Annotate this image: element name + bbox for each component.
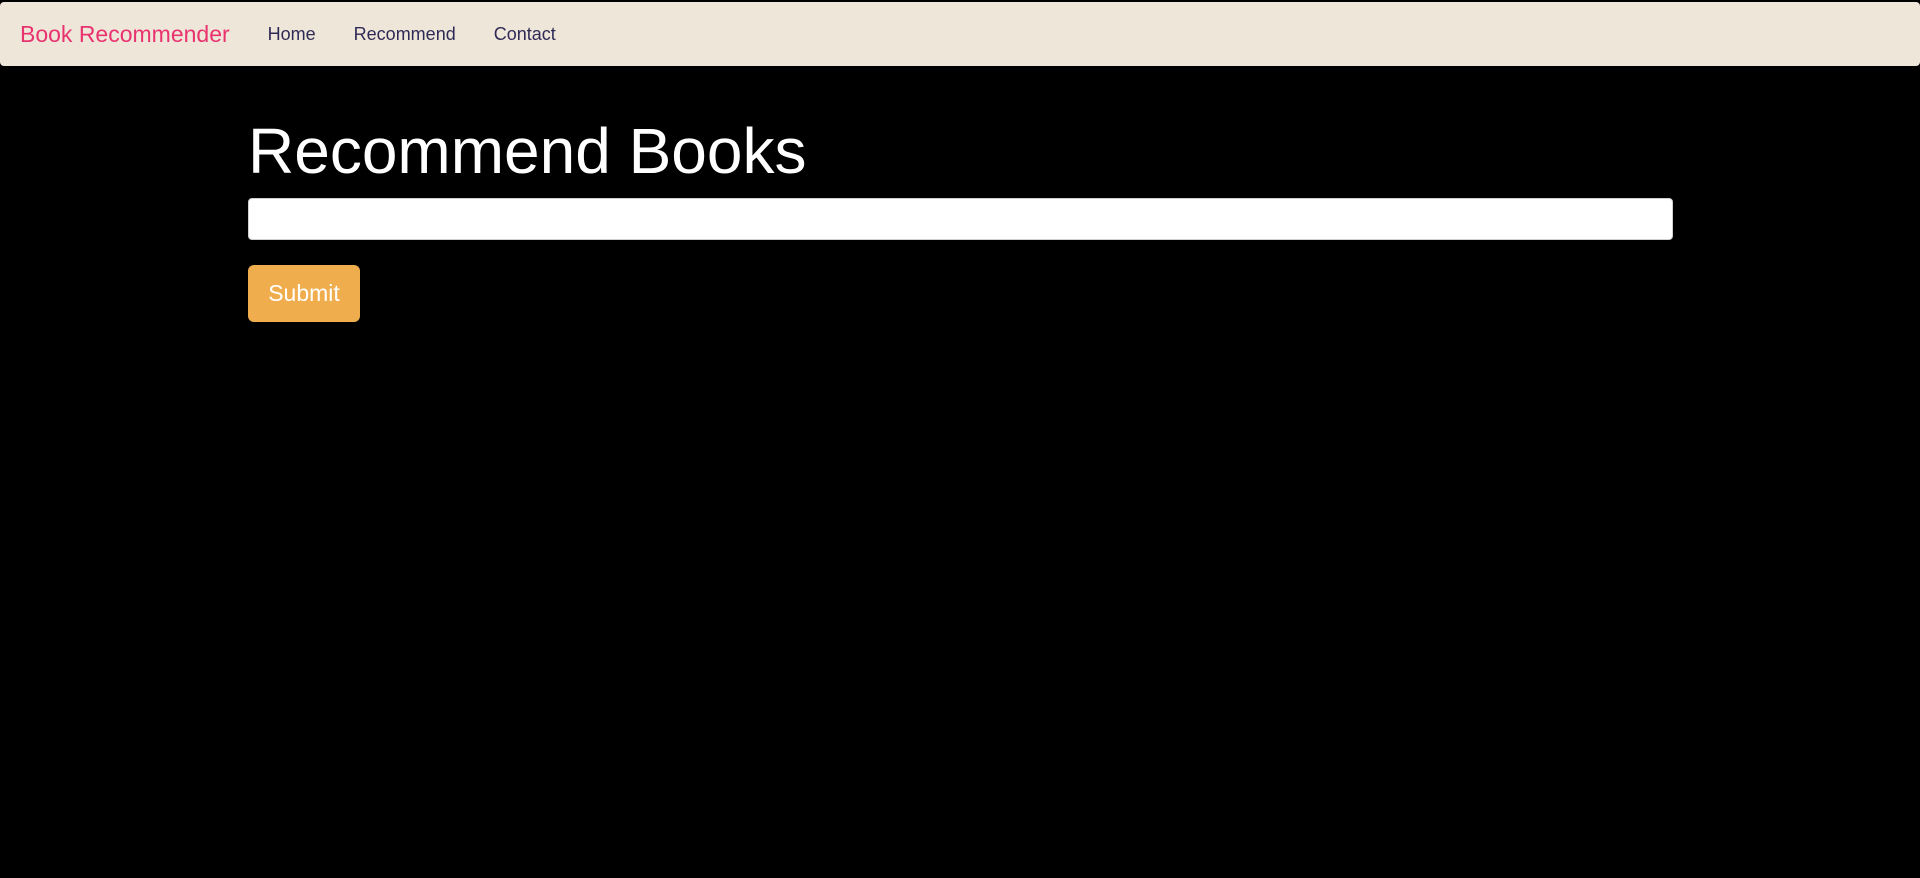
brand-link[interactable]: Book Recommender <box>20 21 230 48</box>
navbar: Book Recommender Home Recommend Contact <box>0 2 1920 66</box>
main-content: Recommend Books Submit <box>248 112 1673 322</box>
book-input[interactable] <box>248 198 1673 240</box>
page-title: Recommend Books <box>248 115 807 187</box>
nav-link-recommend[interactable]: Recommend <box>354 24 456 45</box>
nav-links: Home Recommend Contact <box>268 24 594 45</box>
nav-link-home[interactable]: Home <box>268 24 316 45</box>
submit-button[interactable]: Submit <box>248 265 360 322</box>
nav-link-contact[interactable]: Contact <box>494 24 556 45</box>
